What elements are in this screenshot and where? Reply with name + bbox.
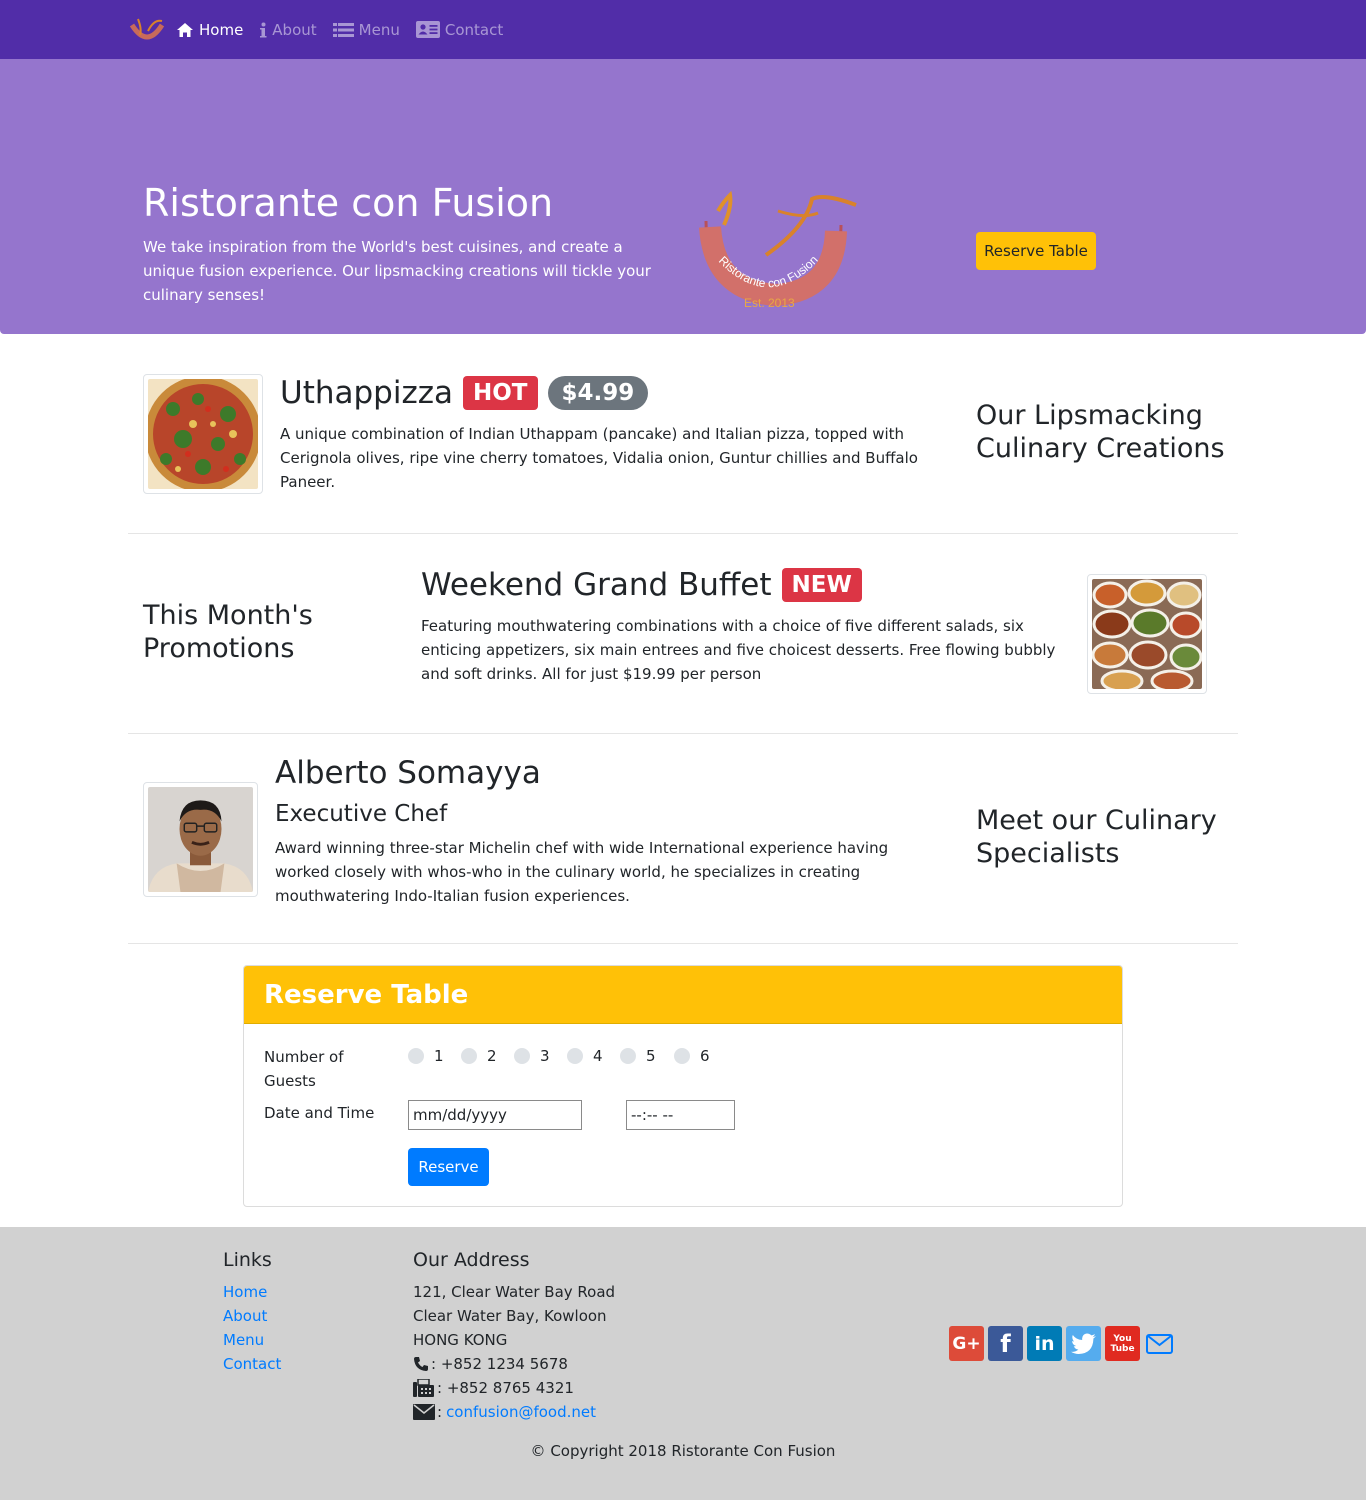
copyright: © Copyright 2018 Ristorante Con Fusion <box>530 1442 836 1460</box>
radio-circle[interactable] <box>567 1048 583 1064</box>
fax-icon <box>413 1379 434 1397</box>
address-card-icon <box>415 21 440 38</box>
info-icon <box>260 22 267 37</box>
footer-address-title: Our Address <box>413 1249 530 1271</box>
footer-links-title: Links <box>223 1249 272 1271</box>
footer-link-menu[interactable]: Menu <box>223 1331 264 1349</box>
radio-circle[interactable] <box>461 1048 477 1064</box>
nav-menu-label: Menu <box>358 20 400 39</box>
leader-section-heading: Meet our Culinary Specialists <box>976 805 1217 869</box>
phone-number: : +852 1234 5678 <box>431 1355 568 1373</box>
reserve-card-header: Reserve Table <box>244 966 1122 1024</box>
facebook-button[interactable]: f <box>988 1326 1023 1361</box>
promotion-name: Weekend Grand Buffet <box>421 567 772 603</box>
section-divider <box>128 733 1238 734</box>
nav-menu[interactable]: Menu <box>332 20 400 39</box>
reserve-table-card: Reserve Table Number of Guests 1 2 3 4 5… <box>243 965 1123 1207</box>
leader-image <box>143 782 258 897</box>
promotion-description: Featuring mouthwatering combinations wit… <box>421 617 1056 683</box>
nav-contact-label: Contact <box>444 20 504 39</box>
youtube-icon: You Tube <box>1110 1333 1135 1354</box>
nav-contact[interactable]: Contact <box>415 20 504 39</box>
footer-link-home[interactable]: Home <box>223 1283 267 1301</box>
twitter-icon <box>1070 1333 1096 1354</box>
guest-option-6[interactable]: 6 <box>674 1047 710 1065</box>
phone-line: : +852 1234 5678 <box>413 1355 568 1373</box>
address-line-1: 121, Clear Water Bay Road <box>413 1283 616 1301</box>
home-icon <box>177 22 193 37</box>
guests-label: Number of Guests <box>264 1048 344 1090</box>
guest-option-3[interactable]: 3 <box>514 1047 550 1065</box>
jumbotron: Ristorante con Fusion We take inspiratio… <box>0 59 1366 334</box>
date-input[interactable]: mm/dd/yyyy <box>408 1100 582 1130</box>
leader-designation: Executive Chef <box>275 801 448 827</box>
chef-portrait-image <box>148 787 253 892</box>
linkedin-button[interactable]: in <box>1027 1326 1062 1361</box>
guest-option-4[interactable]: 4 <box>567 1047 603 1065</box>
google-plus-icon: G+ <box>952 1333 981 1354</box>
buffet-image <box>1092 579 1202 689</box>
guest-option-1[interactable]: 1 <box>408 1047 444 1065</box>
google-plus-button[interactable]: G+ <box>949 1326 984 1361</box>
time-input[interactable]: --:-- -- <box>626 1100 735 1130</box>
email-button[interactable] <box>1144 1326 1174 1361</box>
twitter-button[interactable] <box>1066 1326 1101 1361</box>
envelope-outline-icon <box>1145 1333 1173 1354</box>
guest-option-2[interactable]: 2 <box>461 1047 497 1065</box>
footer-link-contact[interactable]: Contact <box>223 1355 281 1373</box>
date-time-label: Date and Time <box>264 1104 375 1122</box>
email-line: : confusion@food.net <box>413 1403 596 1421</box>
dish-description: A unique combination of Indian Uthappam … <box>280 425 918 491</box>
footer: Links Home About Menu Contact Our Addres… <box>0 1227 1366 1500</box>
guest-option-5[interactable]: 5 <box>620 1047 656 1065</box>
radio-circle[interactable] <box>620 1048 636 1064</box>
social-buttons: G+ f in You Tube <box>949 1326 1178 1361</box>
footer-link-about[interactable]: About <box>223 1307 267 1325</box>
list-icon <box>332 22 354 37</box>
nav-home-label: Home <box>199 20 244 39</box>
linkedin-icon: in <box>1034 1332 1055 1355</box>
new-badge: NEW <box>781 568 862 602</box>
promotion-image <box>1087 574 1207 694</box>
dish-title: Uthappizza HOT $4.99 <box>280 375 649 411</box>
leader-name: Alberto Somayya <box>275 755 541 791</box>
nav-about[interactable]: About <box>259 20 317 39</box>
radio-circle[interactable] <box>514 1048 530 1064</box>
fax-line: : +852 8765 4321 <box>413 1379 574 1397</box>
phone-icon <box>414 1357 428 1371</box>
dish-name: Uthappizza <box>280 375 453 411</box>
promotion-section-heading: This Month's Promotions <box>143 600 313 664</box>
price-badge: $4.99 <box>547 376 649 410</box>
reserve-submit-button[interactable]: Reserve <box>408 1148 489 1186</box>
nav-home[interactable]: Home <box>176 21 243 39</box>
restaurant-logo-icon[interactable] <box>128 15 166 45</box>
section-divider <box>128 943 1238 944</box>
section-divider <box>128 533 1238 534</box>
pizza-image <box>148 379 258 489</box>
address-line-2: Clear Water Bay, Kowloon <box>413 1307 607 1325</box>
logo-est-text: Est. 2013 <box>744 296 795 310</box>
radio-circle[interactable] <box>408 1048 424 1064</box>
nav-about-label: About <box>272 20 317 39</box>
address-line-3: HONG KONG <box>413 1331 508 1349</box>
leader-description: Award winning three-star Michelin chef w… <box>275 839 889 905</box>
reserve-table-button[interactable]: Reserve Table <box>976 232 1096 270</box>
jumbotron-description: We take inspiration from the World's bes… <box>143 238 651 304</box>
facebook-icon: f <box>1000 1329 1011 1358</box>
envelope-icon <box>413 1404 435 1420</box>
fax-number: : +852 8765 4321 <box>437 1379 574 1397</box>
radio-circle[interactable] <box>674 1048 690 1064</box>
dish-image <box>143 374 263 494</box>
youtube-button[interactable]: You Tube <box>1105 1326 1140 1361</box>
promotion-title: Weekend Grand Buffet NEW <box>421 567 862 603</box>
dish-section-heading: Our Lipsmacking Culinary Creations <box>976 400 1225 464</box>
email-link[interactable]: confusion@food.net <box>446 1403 596 1421</box>
hot-badge: HOT <box>463 376 538 410</box>
navbar: Home About Menu Contact <box>0 0 1366 59</box>
page-title: Ristorante con Fusion <box>143 181 554 225</box>
restaurant-logo-image: Ristorante con Fusion Est. 2013 <box>699 191 857 310</box>
